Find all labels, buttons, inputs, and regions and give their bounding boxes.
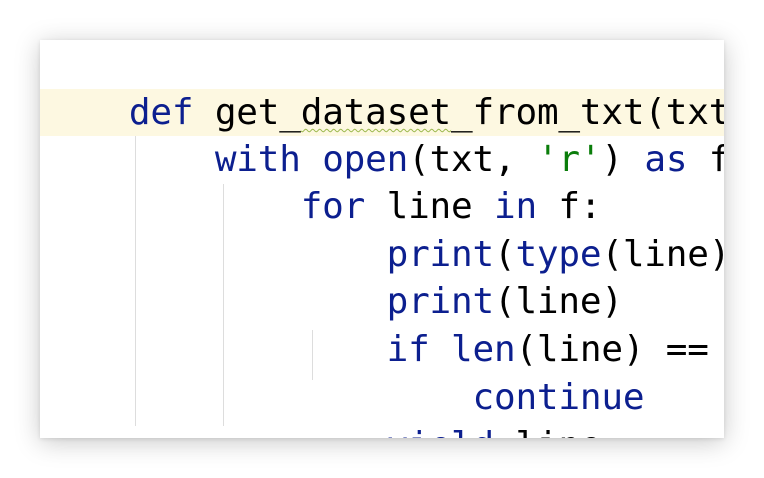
code-line-1[interactable]: def get_dataset_from_txt(txt): [43, 44, 724, 133]
keyword-as: as [644, 139, 688, 180]
code-editor[interactable]: def get_dataset_from_txt(txt): with open… [40, 40, 724, 438]
paren-close: ) [601, 139, 623, 180]
code-line-2[interactable]: with open(txt, 'r') as f: [43, 91, 724, 180]
code-line-7[interactable]: continue [43, 329, 645, 418]
alias-f: f: [708, 139, 724, 180]
code-line-4[interactable]: print(type(line)) [43, 186, 724, 275]
yield-value: line [494, 425, 601, 438]
keyword-yield: yield [387, 425, 495, 438]
code-line-5[interactable]: print(line) [43, 233, 623, 322]
code-line-8[interactable]: yield line [43, 377, 602, 438]
code-line-6[interactable]: if len(line) == 0: [43, 281, 724, 370]
code-line-3[interactable]: for line in f: [43, 138, 602, 227]
